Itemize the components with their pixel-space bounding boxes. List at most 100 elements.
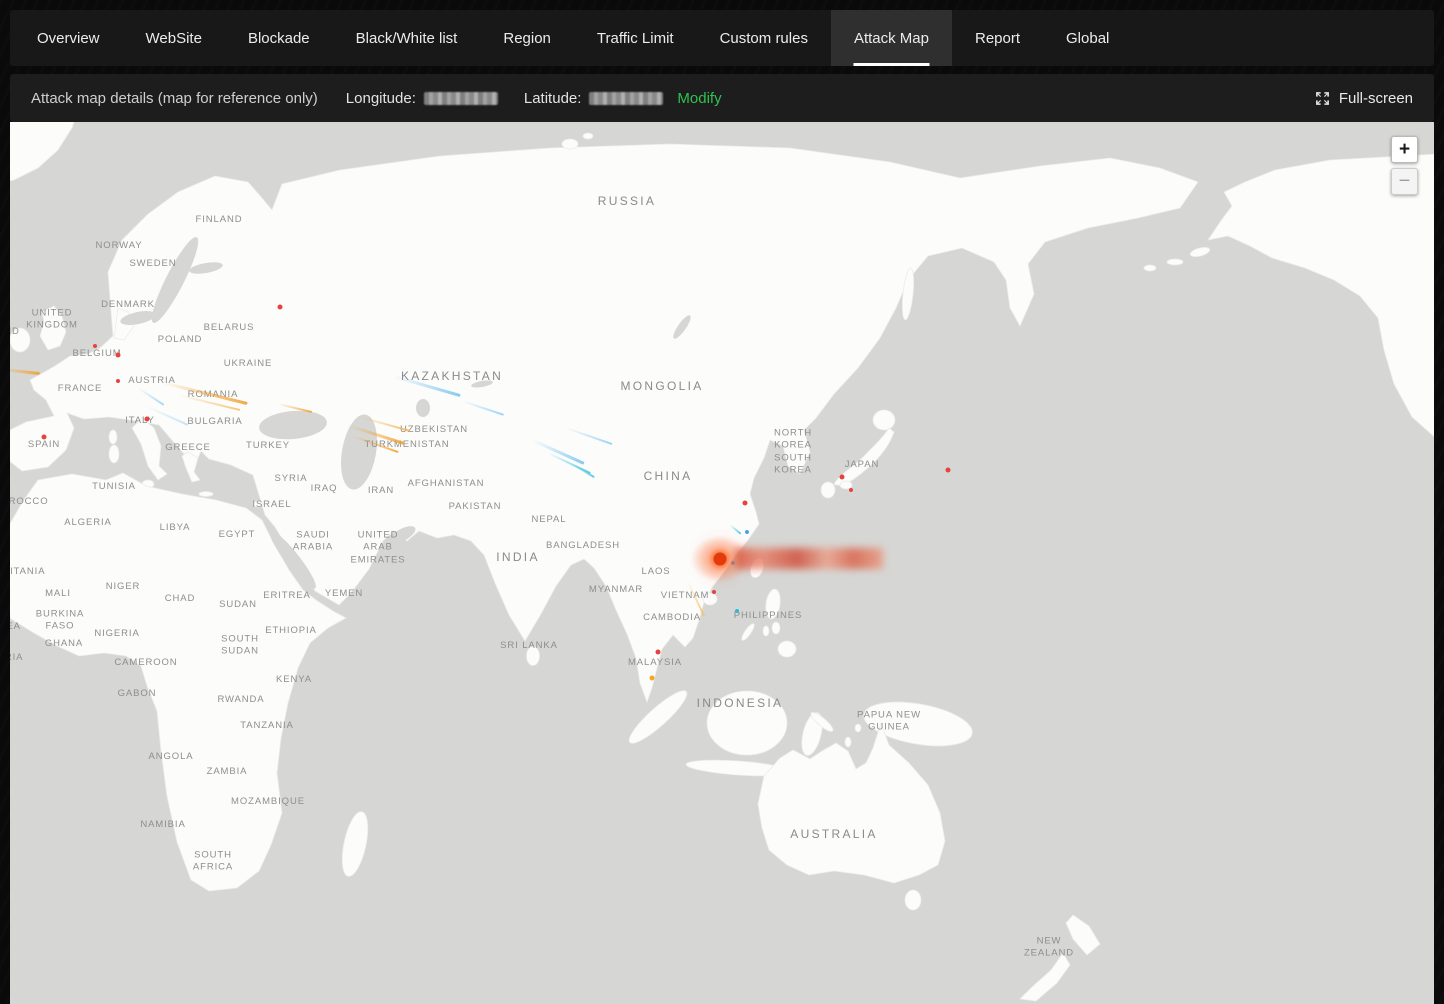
tab-attack-map[interactable]: Attack Map [831, 10, 952, 66]
attack-trail [532, 439, 584, 465]
tab-traffic-limit[interactable]: Traffic Limit [574, 10, 697, 66]
map-label-mali: MALI [45, 588, 71, 600]
map-label-iraq: IRAQ [311, 483, 338, 495]
tab-region[interactable]: Region [480, 10, 574, 66]
attack-source-dot [712, 590, 716, 594]
map-label-france: FRANCE [58, 383, 102, 395]
attack-point [714, 553, 727, 566]
map-label-ethiopia: ETHIOPIA [265, 625, 317, 637]
attack-trail [729, 524, 741, 535]
map-label-algeria: ALGERIA [64, 517, 111, 529]
map-label-ukraine: UKRAINE [224, 358, 273, 370]
attack-source-dot [745, 530, 749, 534]
nav-bar: OverviewWebSiteBlockadeBlack/White listR… [10, 10, 1434, 66]
latitude-value-redacted [589, 92, 663, 105]
map-label-malaysia: MALAYSIA [628, 657, 682, 669]
tab-overview[interactable]: Overview [14, 10, 123, 66]
map-label-morocco: MOROCCO [10, 496, 48, 508]
attack-label-redacted [735, 548, 883, 569]
map-label-indonesia: INDONESIA [697, 696, 784, 712]
map-label-zambia: ZAMBIA [207, 766, 248, 778]
map-label-rwanda: RWANDA [217, 694, 264, 706]
zoom-in-button[interactable]: + [1391, 136, 1418, 163]
attack-trail [394, 375, 461, 397]
toolbar-title: Attack map details (map for reference on… [31, 90, 318, 107]
map-label-burkina-faso: BURKINA FASO [36, 609, 85, 634]
map-label-vietnam: VIETNAM [661, 590, 710, 602]
map-label-united-arab-emirates: UNITED ARAB EMIRATES [350, 529, 405, 566]
map-label-italy: ITALY [125, 415, 155, 427]
map-label-poland: POLAND [158, 334, 202, 346]
map-label-afghanistan: AFGHANISTAN [408, 478, 485, 490]
tab-blockade[interactable]: Blockade [225, 10, 333, 66]
attack-map[interactable]: RUSSIAFINLANDNORWAYSWEDENDENMARKUNITED K… [10, 122, 1434, 1004]
map-label-new-zealand: NEW ZEALAND [1024, 936, 1074, 961]
tab-website[interactable]: WebSite [123, 10, 225, 66]
map-label-china: CHINA [644, 469, 693, 485]
map-label-cambodia: CAMBODIA [643, 612, 701, 624]
latitude-field: Latitude: [524, 90, 664, 107]
map-label-sri-lanka: SRI LANKA [500, 640, 558, 652]
tab-global[interactable]: Global [1043, 10, 1132, 66]
map-label-belarus: BELARUS [204, 322, 255, 334]
map-label-mozambique: MOZAMBIQUE [231, 796, 305, 808]
map-label-iran: IRAN [368, 485, 394, 497]
map-label-liberia: LIBERIA [10, 652, 23, 664]
attack-trail [566, 427, 613, 445]
attack-source-dot [946, 468, 951, 473]
longitude-field: Longitude: [346, 90, 498, 107]
zoom-out-button[interactable]: − [1391, 168, 1418, 195]
map-label-namibia: NAMIBIA [140, 819, 185, 831]
map-label-tanzania: TANZANIA [240, 720, 293, 732]
attack-source-dot [849, 488, 853, 492]
zoom-controls: + − [1391, 136, 1418, 195]
map-label-papua-new-guinea: PAPUA NEW GUINEA [857, 710, 921, 735]
map-label-mongolia: MONGOLIA [620, 379, 703, 395]
attack-source-dot [145, 417, 150, 422]
attack-source-dot [116, 353, 121, 358]
tab-black-white-list[interactable]: Black/White list [333, 10, 481, 66]
map-label-norway: NORWAY [96, 240, 143, 252]
map-label-philippines: PHILIPPINES [734, 610, 803, 622]
map-label-eritrea: ERITREA [263, 590, 310, 602]
map-label-south-sudan: SOUTH SUDAN [221, 634, 259, 659]
fullscreen-button[interactable]: Full-screen [1315, 90, 1413, 107]
map-label-spain: SPAIN [28, 439, 60, 451]
map-label-sweden: SWEDEN [129, 258, 176, 270]
map-label-angola: ANGOLA [149, 751, 194, 763]
attack-source-dot [840, 475, 845, 480]
map-label-bulgaria: BULGARIA [187, 416, 242, 428]
longitude-label: Longitude: [346, 90, 416, 107]
map-toolbar: Attack map details (map for reference on… [10, 74, 1434, 122]
attack-source-dot [743, 501, 748, 506]
map-label-myanmar: MYANMAR [589, 584, 643, 596]
map-label-denmark: DENMARK [101, 299, 155, 311]
attack-source-dot [656, 650, 661, 655]
tab-custom-rules[interactable]: Custom rules [697, 10, 831, 66]
map-label-japan: JAPAN [845, 459, 879, 471]
map-label-ireland: IRELAND [10, 326, 20, 338]
map-label-israel: ISRAEL [252, 499, 291, 511]
map-label-laos: LAOS [642, 566, 671, 578]
attack-trail [571, 463, 594, 478]
map-label-turkey: TURKEY [246, 440, 290, 452]
map-label-greece: GREECE [165, 442, 211, 454]
attack-source-dot [278, 305, 283, 310]
modify-link[interactable]: Modify [677, 90, 721, 107]
map-label-russia: RUSSIA [598, 194, 656, 210]
map-label-niger: NIGER [106, 581, 141, 593]
attack-source-dot [42, 435, 47, 440]
longitude-value-redacted [424, 92, 498, 105]
map-label-egypt: EGYPT [219, 529, 256, 541]
map-label-gabon: GABON [118, 688, 157, 700]
attack-trail [278, 403, 312, 413]
attack-trail [462, 400, 505, 416]
fullscreen-icon [1315, 91, 1330, 106]
map-label-south-korea: SOUTH KOREA [774, 453, 812, 478]
page: { "nav": { "tabs": [ {"label": "Overview… [0, 0, 1444, 1004]
nav-tabs: OverviewWebSiteBlockadeBlack/White listR… [14, 10, 1132, 66]
map-label-north-korea: NORTH KOREA [774, 428, 812, 453]
map-label-nepal: NEPAL [532, 514, 567, 526]
tab-report[interactable]: Report [952, 10, 1043, 66]
map-label-syria: SYRIA [274, 473, 307, 485]
